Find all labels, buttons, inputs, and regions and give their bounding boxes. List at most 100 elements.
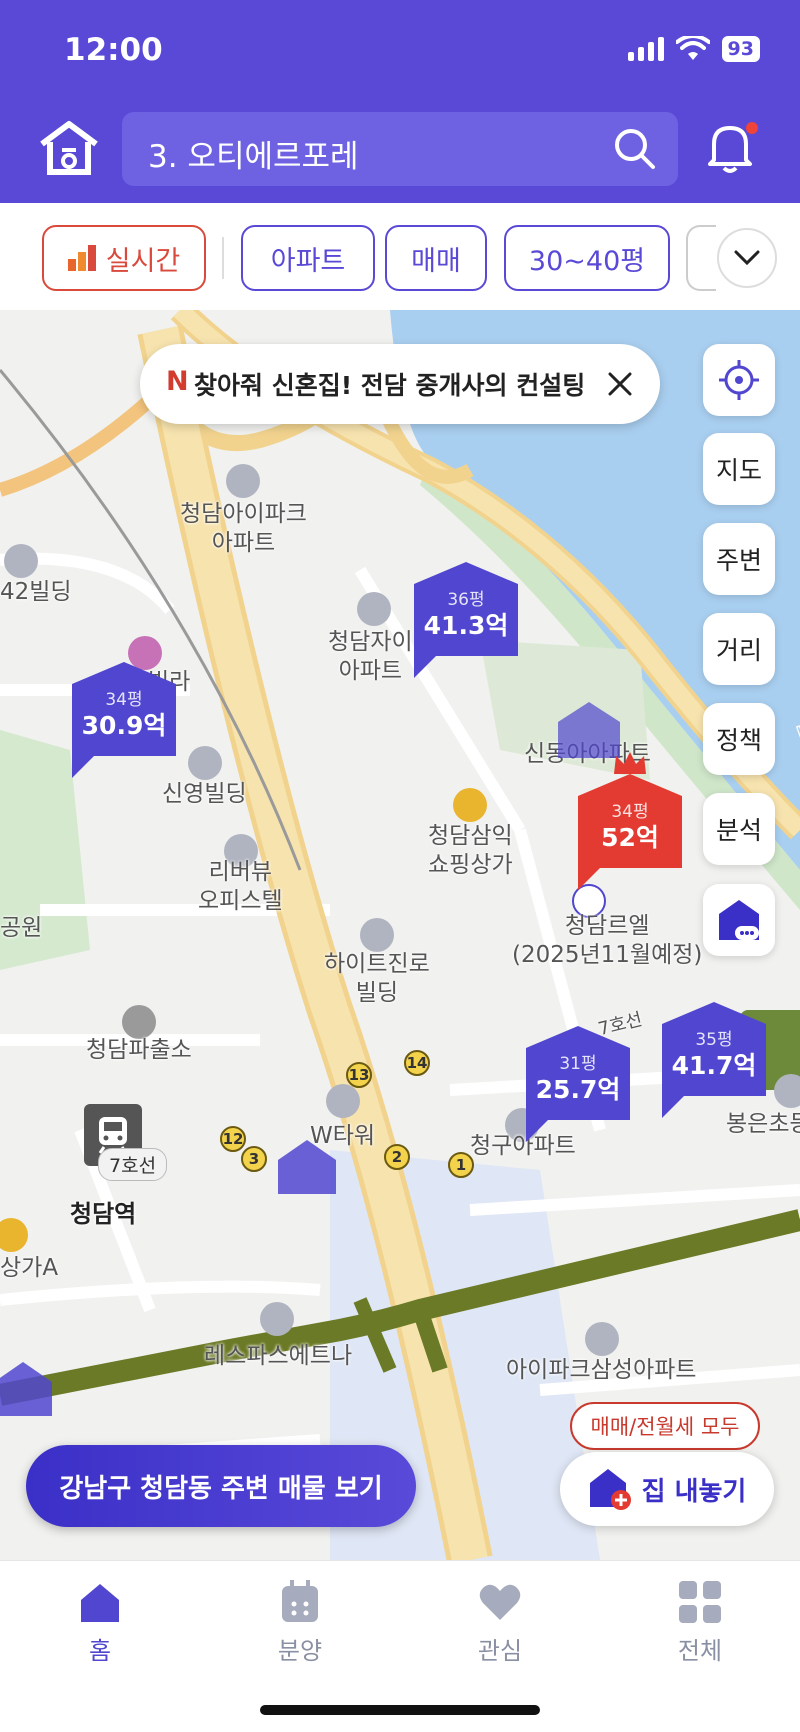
nav-all-label: 전체 bbox=[677, 1637, 723, 1665]
marker-size: 36평 bbox=[447, 590, 485, 610]
apartment-poi-icon[interactable] bbox=[226, 464, 260, 498]
exit-number: 3 bbox=[241, 1146, 267, 1172]
status-icons: 93 bbox=[627, 36, 760, 62]
building-poi-icon[interactable] bbox=[326, 1084, 360, 1118]
building-poi-icon[interactable] bbox=[360, 918, 394, 952]
map-label-cheongdam-xi: 청담자이 아파트 bbox=[328, 629, 413, 684]
marker-size: 34평 bbox=[105, 690, 143, 710]
bar-chart-icon bbox=[67, 245, 96, 271]
realtime-chip-label: 실시간 bbox=[105, 245, 181, 277]
crosshair-icon bbox=[719, 360, 759, 400]
house-marker-icon[interactable] bbox=[558, 700, 620, 760]
nav-home-label: 홈 bbox=[88, 1637, 112, 1665]
map-label-hite: 하이트진로 빌딩 bbox=[324, 951, 430, 1006]
map-label-samik: 청담삼익 쇼핑상가 bbox=[428, 823, 513, 878]
map-label-respas: 레스파스에트나 bbox=[204, 1343, 353, 1369]
police-poi-icon[interactable] bbox=[122, 1005, 156, 1039]
cellular-signal-icon bbox=[627, 37, 664, 61]
marker-price: 41.3억 bbox=[423, 611, 509, 640]
notification-bell-icon[interactable] bbox=[700, 118, 760, 178]
map-label-police: 청담파출소 bbox=[86, 1037, 192, 1063]
wifi-icon bbox=[675, 36, 710, 60]
nav-all[interactable]: 전체 bbox=[640, 1577, 760, 1666]
marker-size: 35평 bbox=[695, 1030, 733, 1050]
close-icon[interactable] bbox=[600, 364, 640, 404]
nearby-button[interactable]: 주변 bbox=[703, 523, 775, 595]
marker-price: 25.7억 bbox=[535, 1075, 621, 1104]
marker-size: 31평 bbox=[559, 1054, 597, 1074]
new-badge: N bbox=[166, 366, 189, 397]
house-marker-icon[interactable] bbox=[278, 1138, 336, 1202]
marker-price: 52억 bbox=[601, 823, 659, 852]
expand-filters-button[interactable] bbox=[717, 228, 777, 288]
view-listings-button[interactable]: 강남구 청담동 주변 매물 보기 bbox=[26, 1445, 416, 1527]
price-marker[interactable]: 36평 41.3억 bbox=[414, 562, 518, 678]
apartment-poi-icon[interactable] bbox=[357, 592, 391, 626]
nav-home[interactable]: 홈 bbox=[40, 1577, 160, 1666]
map-label-ipark-samsung: 아이파크삼성아파트 bbox=[506, 1357, 697, 1383]
battery-indicator: 93 bbox=[721, 36, 760, 62]
map-view[interactable]: 청담아이파크 아파트 청담자이 아파트 42빌딩 빌라 신영빌딩 리버뷰 오피스… bbox=[0, 310, 800, 1560]
shopping-poi-icon[interactable] bbox=[453, 788, 487, 822]
price-marker[interactable]: 31평 25.7억 bbox=[526, 1026, 630, 1142]
price-marker[interactable]: 35평 41.7억 bbox=[662, 1002, 766, 1118]
theater-poi-icon[interactable] bbox=[260, 1302, 294, 1336]
map-label-sinyoung: 신영빌딩 bbox=[162, 781, 247, 807]
chat-house-icon bbox=[719, 900, 759, 940]
toast-text: 찾아줘 신혼집! 전담 중개사의 컨설팅 bbox=[194, 371, 586, 400]
house-plus-icon bbox=[589, 1469, 631, 1510]
search-icon[interactable] bbox=[612, 126, 658, 172]
building-poi-icon[interactable] bbox=[188, 746, 222, 780]
home-logo-icon[interactable] bbox=[38, 118, 100, 178]
type-chip[interactable]: 아파트 bbox=[241, 225, 375, 291]
map-label-cheongdam-ipark: 청담아이파크 아파트 bbox=[180, 501, 307, 556]
chevron-down-icon bbox=[734, 250, 760, 266]
nav-presale[interactable]: 분양 bbox=[240, 1577, 360, 1666]
list-my-home-button[interactable]: 집 내놓기 bbox=[560, 1452, 774, 1526]
school-poi-icon[interactable] bbox=[774, 1074, 800, 1108]
marker-price: 30.9억 bbox=[81, 711, 167, 740]
price-marker-highlighted[interactable]: 34평 52억 bbox=[578, 752, 682, 890]
status-time: 12:00 bbox=[64, 32, 163, 68]
deal-type-tag: 매매/전월세 모두 bbox=[570, 1402, 760, 1450]
nav-presale-label: 분양 bbox=[277, 1637, 323, 1665]
policy-button[interactable]: 정책 bbox=[703, 703, 775, 775]
nav-favorites[interactable]: 관심 bbox=[440, 1577, 560, 1666]
marker-size: 34평 bbox=[611, 802, 649, 822]
marker-price: 41.7억 bbox=[671, 1051, 757, 1080]
deal-chip[interactable]: 매매 bbox=[385, 225, 487, 291]
map-label-park: 공원 bbox=[0, 915, 43, 941]
grid-icon bbox=[679, 1581, 721, 1623]
exit-number: 1 bbox=[448, 1152, 474, 1178]
apartment-poi-icon[interactable] bbox=[585, 1322, 619, 1356]
size-chip[interactable]: 30~40평 bbox=[504, 225, 670, 291]
map-label-sangga: 상가A bbox=[0, 1255, 59, 1281]
realtime-chip[interactable]: 실시간 bbox=[42, 225, 206, 291]
list-my-home-label: 집 내놓기 bbox=[641, 1476, 747, 1507]
map-label-riverview: 리버뷰 오피스텔 bbox=[198, 859, 283, 914]
heart-icon bbox=[479, 1584, 521, 1620]
analysis-button[interactable]: 분석 bbox=[703, 793, 775, 865]
exit-number: 12 bbox=[220, 1126, 246, 1152]
map-layer-button[interactable]: 지도 bbox=[703, 433, 775, 505]
search-text[interactable]: 3. 오티에르포레 bbox=[148, 131, 359, 176]
calendar-icon bbox=[282, 1580, 318, 1622]
home-indicator bbox=[260, 1705, 540, 1715]
home-icon bbox=[81, 1584, 119, 1622]
chip-divider bbox=[222, 237, 224, 279]
price-marker[interactable]: 34평 30.9억 bbox=[72, 662, 176, 778]
exit-number: 13 bbox=[346, 1062, 372, 1088]
station-name: 청담역 bbox=[70, 1200, 137, 1228]
station-line-badge: 7호선 bbox=[98, 1148, 168, 1181]
promo-toast[interactable]: N 찾아줘 신혼집! 전담 중개사의 컨설팅 bbox=[140, 344, 660, 424]
house-marker-icon[interactable] bbox=[0, 1360, 52, 1424]
my-location-button[interactable] bbox=[703, 344, 775, 416]
building-poi-icon[interactable] bbox=[4, 544, 38, 578]
nav-favorites-label: 관심 bbox=[477, 1637, 523, 1665]
distance-button[interactable]: 거리 bbox=[703, 613, 775, 685]
app-header: 12:00 93 3. 오티에르포레 bbox=[0, 0, 800, 203]
search-bar[interactable]: 3. 오티에르포레 bbox=[122, 112, 678, 186]
exit-number: 14 bbox=[404, 1050, 430, 1076]
more-chip-partial[interactable] bbox=[686, 225, 716, 291]
chat-button[interactable] bbox=[703, 884, 775, 956]
